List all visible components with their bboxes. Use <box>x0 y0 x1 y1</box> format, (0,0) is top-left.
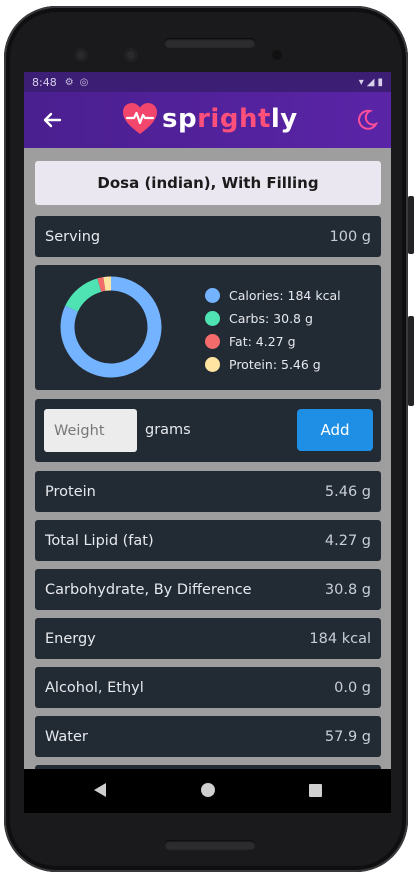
legend-item: Calories: 184 kcal <box>205 284 341 307</box>
serving-label: Serving <box>45 228 101 245</box>
brand-name: sprightly <box>162 104 298 134</box>
circle-icon: ◎ <box>79 76 89 88</box>
add-button[interactable]: Add <box>297 409 373 451</box>
donut-chart <box>60 276 162 378</box>
nutrient-row: Energy 184 kcal <box>35 618 381 659</box>
legend-swatch <box>205 288 220 303</box>
food-detail: Dosa (indian), With Filling Serving 100 … <box>24 148 391 769</box>
nutrient-value: 0.0 g <box>334 679 371 696</box>
legend-swatch <box>205 311 220 326</box>
earpiece-speaker <box>164 38 256 48</box>
nutrient-value: 184 kcal <box>309 630 371 647</box>
nutrient-label: Protein <box>45 483 96 500</box>
signal-icon: ◢ <box>366 76 375 88</box>
food-title: Dosa (indian), With Filling <box>35 161 381 205</box>
app-screen: 8:48 ⚙ ◎ ▾ ◢ ▮ sprightly Dosa (indian), … <box>24 72 391 813</box>
wifi-icon: ▾ <box>358 76 364 88</box>
gear-icon: ⚙ <box>64 76 74 88</box>
donut-slice <box>65 278 102 312</box>
moon-icon[interactable] <box>355 108 379 132</box>
status-bar: 8:48 ⚙ ◎ ▾ ◢ ▮ <box>24 72 391 92</box>
legend-item: Carbs: 30.8 g <box>205 307 341 330</box>
arrow-left-icon[interactable] <box>38 106 66 134</box>
system-nav-bar <box>24 769 391 813</box>
nutrient-row: Carbohydrate, By Difference 30.8 g <box>35 569 381 610</box>
nutrient-value: 57.9 g <box>324 728 371 745</box>
legend-label: Protein: 5.46 g <box>229 357 321 372</box>
legend-swatch <box>205 334 220 349</box>
serving-row: Serving 100 g <box>35 216 381 257</box>
nutrition-chart-card: Calories: 184 kcal Carbs: 30.8 g Fat: 4.27… <box>35 265 381 390</box>
serving-value: 100 g <box>329 228 372 245</box>
nutrient-value: 5.46 g <box>324 483 371 500</box>
donut-slice <box>103 276 112 291</box>
brand-logo: sprightly <box>122 102 298 136</box>
chart-legend: Calories: 184 kcal Carbs: 30.8 g Fat: 4.27… <box>205 284 341 376</box>
legend-label: Fat: 4.27 g <box>229 334 296 349</box>
legend-label: Carbs: 30.8 g <box>229 311 313 326</box>
power-button <box>408 316 414 406</box>
weight-input[interactable] <box>44 409 137 452</box>
nutrient-label: Carbohydrate, By Difference <box>45 581 252 598</box>
legend-label: Calories: 184 kcal <box>229 288 341 303</box>
nutrient-label: Energy <box>45 630 96 647</box>
nutrient-row: Alcohol, Ethyl 0.0 g <box>35 667 381 708</box>
bottom-speaker <box>164 840 256 850</box>
nutrient-label: Alcohol, Ethyl <box>45 679 144 696</box>
legend-item: Protein: 5.46 g <box>205 353 341 376</box>
nutrient-row: Total Lipid (fat) 4.27 g <box>35 520 381 561</box>
app-bar: sprightly <box>24 92 391 148</box>
status-time: 8:48 <box>32 75 57 89</box>
add-weight-card: grams Add <box>35 399 381 462</box>
nav-home-icon[interactable] <box>201 783 215 797</box>
donut-slice <box>97 277 106 292</box>
legend-item: Fat: 4.27 g <box>205 330 341 353</box>
front-camera-right <box>124 48 138 62</box>
nav-back-icon[interactable] <box>94 783 106 797</box>
heart-pulse-icon <box>123 103 157 134</box>
volume-button <box>408 196 414 254</box>
legend-swatch <box>205 357 220 372</box>
proximity-sensor <box>272 50 282 60</box>
nutrient-value: 30.8 g <box>324 581 371 598</box>
nutrient-label: Water <box>45 728 88 745</box>
nutrient-row: Water 57.9 g <box>35 716 381 757</box>
nutrient-value: 4.27 g <box>324 532 371 549</box>
battery-icon: ▮ <box>377 76 383 88</box>
nav-recents-icon[interactable] <box>309 784 322 797</box>
nutrient-label: Total Lipid (fat) <box>45 532 154 549</box>
front-camera-left <box>74 48 88 62</box>
grams-label: grams <box>145 422 191 438</box>
nutrient-row: Protein 5.46 g <box>35 471 381 512</box>
